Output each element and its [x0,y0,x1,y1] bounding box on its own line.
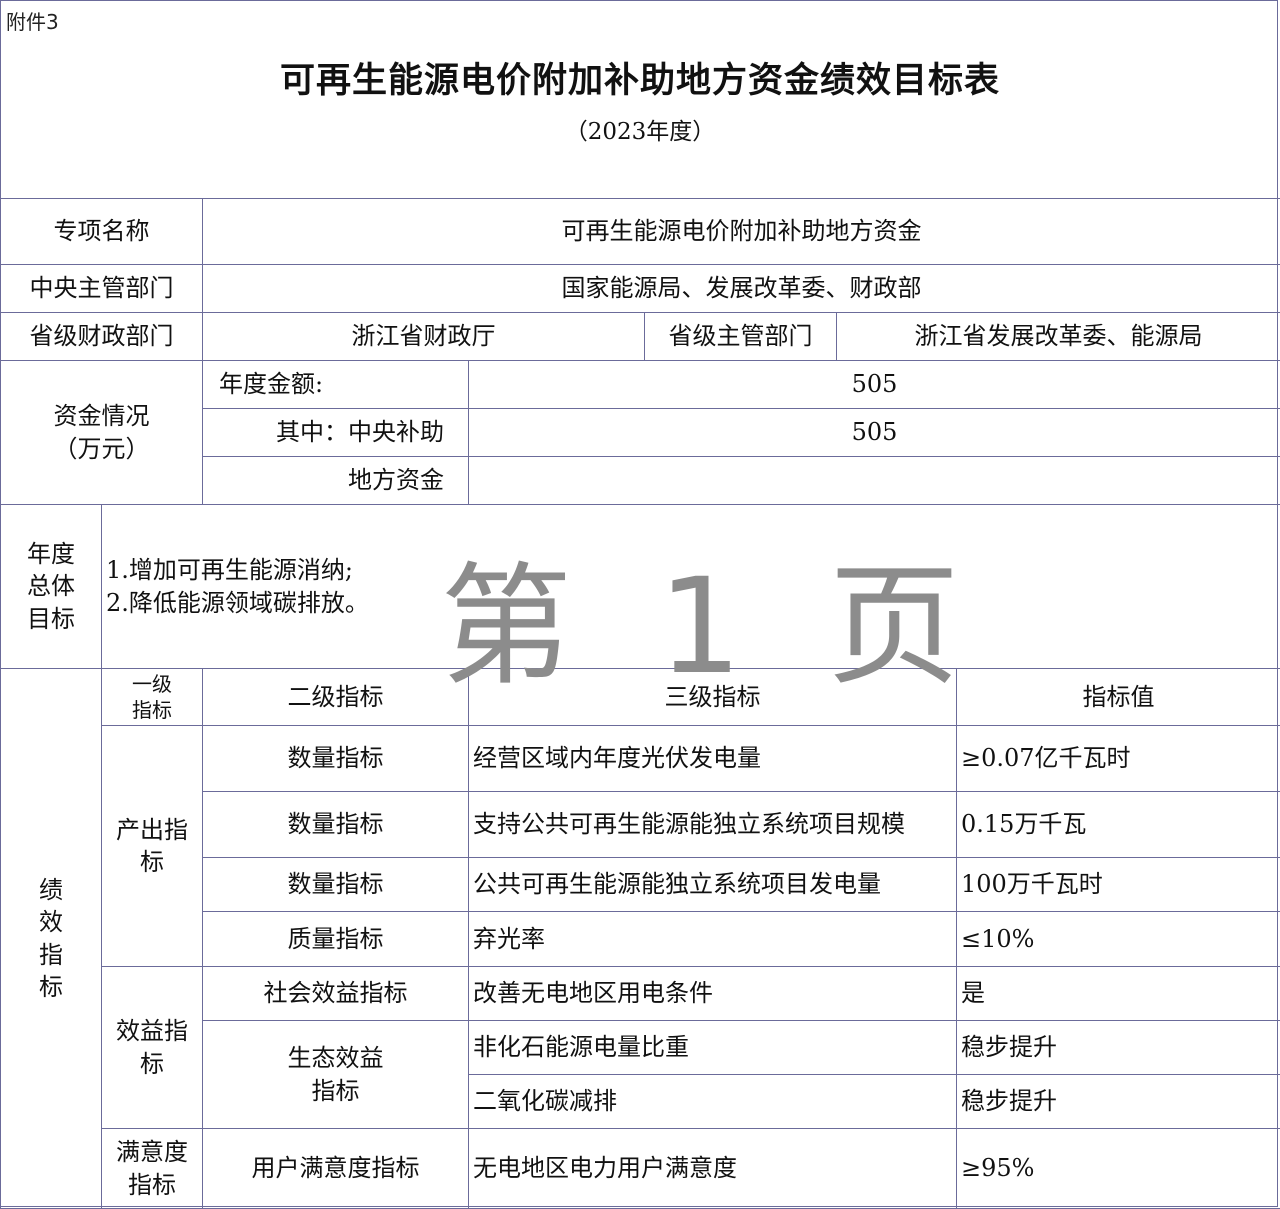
annual-amount-value: 505 [467,360,1280,409]
section-char-4: 标 [39,972,63,1001]
local-funds-value [467,456,1280,505]
group-eco-line2: 指标 [311,1076,360,1105]
row-level2: 质量指标 [202,911,469,967]
group-satisfaction-line2: 指标 [128,1170,176,1199]
header-level1-line2: 指标 [132,698,172,722]
row-value: ≤10% [955,911,1280,967]
row-value: ≥0.07亿千瓦时 [955,725,1280,792]
row-value: ≥95% [955,1128,1280,1209]
row-level3: 无电地区电力用户满意度 [468,1128,957,1209]
header-level3: 三级指标 [468,668,957,726]
prov-dept-value: 浙江省发展改革委、能源局 [835,312,1280,361]
funds-label-line2: （万元） [53,434,150,463]
section-char-1: 绩 [39,875,63,904]
goal-item-1: 1.增加可再生能源消纳; [106,556,353,585]
row-level3: 经营区域内年度光伏发电量 [468,725,957,792]
project-name-value: 可再生能源电价附加补助地方资金 [201,198,1280,265]
attachment-label: 附件3 [6,10,59,34]
prov-dept-label: 省级主管部门 [644,312,837,361]
central-dept-row: 中央主管部门 国家能源局、发展改革委、财政部 [0,264,1280,313]
section-char-3: 指 [39,940,63,969]
row-level3: 弃光率 [468,911,957,967]
indicator-header-row: 绩 效 指 标 一级 指标 二级指标 三级指标 指标值 [0,668,1280,1209]
group-benefit-line1: 效益指 [116,1017,188,1046]
group-benefit: 效益指 标 [101,966,203,1129]
annual-goals-content: 1.增加可再生能源消纳; 2.降低能源领域碳排放。 [100,504,1280,669]
section-char-2: 效 [39,908,63,937]
row-level2: 用户满意度指标 [202,1128,469,1209]
row-level2: 社会效益指标 [202,966,469,1021]
local-funds-label: 地方资金 [202,456,469,505]
group-satisfaction: 满意度 指标 [101,1128,203,1209]
performance-section-label: 绩 效 指 标 [0,668,102,1209]
group-eco-line1: 生态效益 [287,1044,384,1073]
group-output-line2: 标 [140,848,164,876]
row-level2: 数量指标 [202,791,469,858]
funds-label-line1: 资金情况 [53,402,150,431]
project-name-row: 专项名称 可再生能源电价附加补助地方资金 [0,198,1280,265]
funds-label: 资金情况 （万元） [0,360,203,505]
row-value: 稳步提升 [955,1074,1280,1129]
header-level2: 二级指标 [202,668,469,726]
table-row: 产出指 标 数量指标 经营区域内年度光伏发电量 ≥0.07亿千瓦时 [1,725,1280,967]
row-level2: 数量指标 [202,857,469,912]
performance-target-table: 专项名称 可再生能源电价附加补助地方资金 中央主管部门 国家能源局、发展改革委、… [0,198,1280,1209]
group-output: 产出指 标 [101,725,203,967]
funds-annual-row: 资金情况 （万元） 年度金额: 505 [0,360,1280,505]
prov-finance-value: 浙江省财政厅 [202,312,645,361]
row-value: 稳步提升 [955,1020,1280,1075]
header-level1-line1: 一级 [132,672,172,696]
table-row: 满意度 指标 用户满意度指标 无电地区电力用户满意度 ≥95% [1,1128,1280,1209]
goals-label-line2: 总体 [27,572,75,601]
document-subtitle: （2023年度） [564,119,716,145]
prov-finance-label: 省级财政部门 [0,312,203,361]
central-dept-value: 国家能源局、发展改革委、财政部 [201,264,1280,313]
project-name-label: 专项名称 [0,198,203,265]
provincial-row: 省级财政部门 浙江省财政厅 省级主管部门 浙江省发展改革委、能源局 [0,312,1280,361]
central-subsidy-value: 505 [467,408,1280,457]
goals-label-line3: 目标 [27,604,75,633]
row-level3: 二氧化碳减排 [468,1074,957,1129]
central-subsidy-label: 其中：中央补助 [202,408,469,457]
goal-item-2: 2.降低能源领域碳排放。 [106,588,369,617]
row-level3: 非化石能源电量比重 [468,1020,957,1075]
row-value: 100万千瓦时 [955,857,1280,912]
annual-amount-label: 年度金额: [202,360,469,409]
row-level2: 数量指标 [202,725,469,792]
header-level1: 一级 指标 [101,668,203,726]
row-level3: 改善无电地区用电条件 [468,966,957,1021]
header-value: 指标值 [955,668,1280,726]
row-value: 0.15万千瓦 [955,791,1280,858]
group-output-line1: 产出指 [116,815,188,844]
group-benefit-line2: 标 [140,1049,164,1078]
row-level3: 公共可再生能源能独立系统项目发电量 [468,857,957,912]
goals-label-line1: 年度 [27,539,75,568]
annual-goals-row: 年度 总体 目标 1.增加可再生能源消纳; 2.降低能源领域碳排放。 [0,504,1280,669]
row-level3: 支持公共可再生能源能独立系统项目规模 [468,791,957,858]
document-title: 可再生能源电价附加补助地方资金绩效目标表 [279,61,1000,101]
group-eco: 生态效益 指标 [202,1020,469,1129]
group-satisfaction-line1: 满意度 [116,1138,188,1167]
row-value: 是 [955,966,1280,1021]
annual-goals-label: 年度 总体 目标 [0,504,102,669]
table-row: 效益指 标 社会效益指标 改善无电地区用电条件 是 [1,966,1280,1129]
central-dept-label: 中央主管部门 [0,264,203,313]
